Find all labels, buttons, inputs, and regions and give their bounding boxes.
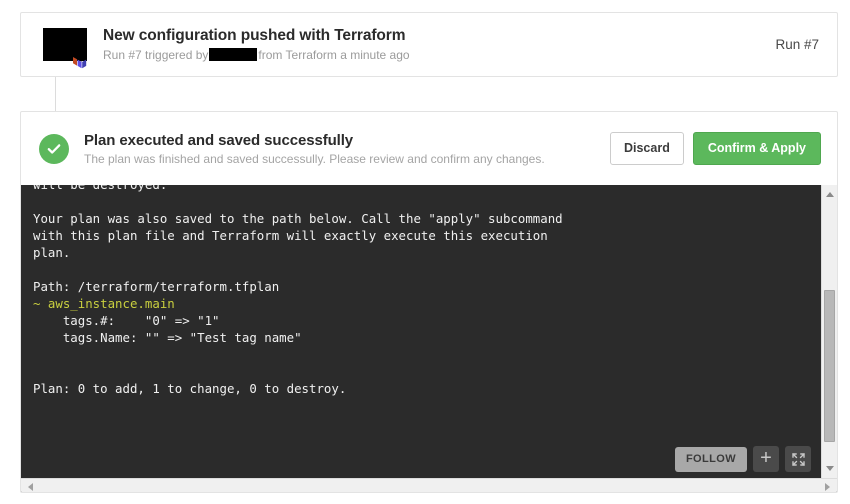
scroll-right-arrow-icon[interactable] xyxy=(825,483,830,491)
terminal-change-line: ~ aws_instance.main xyxy=(33,296,175,311)
run-header-card: New configuration pushed with Terraform … xyxy=(20,12,838,77)
plan-actions: Discard Confirm & Apply xyxy=(610,132,821,165)
plan-card: Plan executed and saved successfully The… xyxy=(20,111,838,493)
scroll-down-arrow-icon[interactable] xyxy=(826,466,834,471)
check-circle-icon xyxy=(39,134,69,164)
terminal-horizontal-scrollbar[interactable] xyxy=(21,478,837,493)
fullscreen-button[interactable] xyxy=(785,446,811,472)
terminal-log-text: will be destroyed. Your plan was also sa… xyxy=(33,185,809,397)
terminal-body[interactable]: will be destroyed. Your plan was also sa… xyxy=(21,185,821,478)
scroll-up-arrow-icon[interactable] xyxy=(826,192,834,197)
timeline-connector xyxy=(55,77,56,111)
avatar xyxy=(37,25,89,65)
plan-status-banner: Plan executed and saved successfully The… xyxy=(21,112,837,185)
terminal-output-pre: will be destroyed. Your plan was also sa… xyxy=(33,185,563,294)
terraform-logo-icon xyxy=(73,53,87,71)
run-title: New configuration pushed with Terraform xyxy=(103,26,763,45)
run-meta: New configuration pushed with Terraform … xyxy=(103,26,763,63)
discard-button[interactable]: Discard xyxy=(610,132,684,165)
terminal-controls: FOLLOW + xyxy=(675,446,811,472)
vertical-scrollbar-thumb[interactable] xyxy=(824,290,835,442)
plus-icon: + xyxy=(760,448,772,468)
username-redaction-block xyxy=(209,48,257,61)
run-subtitle: Run #7 triggered by from Terraform a minu… xyxy=(103,48,763,63)
run-number-label: Run #7 xyxy=(763,37,819,52)
terminal-output-panel: will be destroyed. Your plan was also sa… xyxy=(21,185,837,493)
run-subtitle-prefix: Run #7 triggered by xyxy=(103,48,208,62)
add-pane-button[interactable]: + xyxy=(753,446,779,472)
scroll-left-arrow-icon[interactable] xyxy=(28,483,33,491)
terminal-scroll-content: will be destroyed. Your plan was also sa… xyxy=(21,185,821,397)
confirm-apply-button[interactable]: Confirm & Apply xyxy=(693,132,821,165)
expand-fullscreen-icon xyxy=(791,452,806,467)
terminal-vertical-scrollbar[interactable] xyxy=(821,185,837,478)
plan-heading: Plan executed and saved successfully xyxy=(84,131,610,150)
plan-subheading: The plan was finished and saved successu… xyxy=(84,152,610,167)
follow-button[interactable]: FOLLOW xyxy=(675,447,747,472)
run-subtitle-suffix: from Terraform a minute ago xyxy=(258,48,409,62)
plan-banner-text: Plan executed and saved successfully The… xyxy=(84,131,610,167)
terminal-output-post: tags.#: "0" => "1" tags.Name: "" => "Tes… xyxy=(33,313,346,396)
